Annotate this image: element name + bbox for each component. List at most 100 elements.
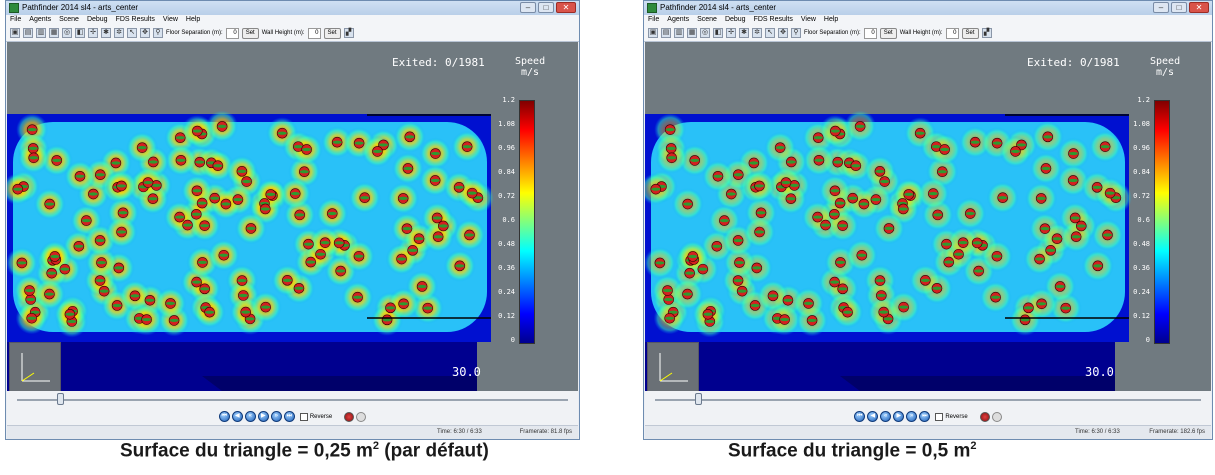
agent-marker [719,215,730,226]
menu-agents[interactable]: Agents [29,15,51,25]
simulation-viewport[interactable]: Exited: 0/1981 Speed m/s 1.2 1.08 0.96 0.84… [645,42,1211,391]
agent-marker [464,229,475,241]
view-front-icon[interactable]: ▥ [674,28,684,38]
agent-marker [194,156,206,168]
pan-icon[interactable]: ✥ [140,28,150,38]
step-back-button[interactable]: ◀ [867,411,879,422]
reverse-label: Reverse [309,413,333,420]
fast-forward-button[interactable]: » [906,411,918,422]
record-button[interactable] [979,411,990,422]
floor-separation-input[interactable]: 0 [863,27,877,39]
screenshot-icon[interactable]: ▞ [981,28,992,38]
view-top-icon[interactable]: ▤ [23,28,33,38]
wall-height-input[interactable]: 0 [945,27,959,39]
menu-file[interactable]: File [648,15,659,25]
record-settings-button[interactable] [356,411,367,422]
time-slider-thumb[interactable] [57,393,64,405]
agent-marker [785,193,797,204]
menu-help[interactable]: Help [824,15,838,25]
view-front-icon[interactable]: ▥ [36,28,46,38]
screenshot-icon[interactable]: ▞ [343,28,354,38]
fast-forward-button[interactable]: » [270,411,282,422]
agent-marker [1010,146,1021,157]
agent-marker [829,208,840,220]
agent-marker [1019,314,1031,326]
time-slider-track[interactable] [17,399,568,401]
maximize-button[interactable]: □ [538,2,554,13]
time-slider-thumb[interactable] [695,393,702,405]
menu-file[interactable]: File [10,15,21,25]
pan-icon[interactable]: ✥ [778,28,788,38]
agent-marker [751,262,763,274]
menu-agents[interactable]: Agents [667,15,689,25]
floor-separation-input[interactable]: 0 [225,27,239,39]
zoom-icon[interactable]: ⚲ [791,28,801,38]
wall-height-set-button[interactable]: Set [323,27,341,39]
record-settings-button[interactable] [991,411,1002,422]
record-button[interactable] [344,411,355,422]
pointer-icon[interactable]: ↖ [765,28,775,38]
menu-fds-results[interactable]: FDS Results [116,15,155,25]
menu-scene[interactable]: Scene [59,15,79,25]
agent-walk-icon[interactable]: ✱ [739,28,749,38]
view-3d-icon[interactable]: ▣ [648,28,658,38]
step-back-button[interactable]: ◀ [231,411,243,422]
minimize-button[interactable]: – [520,2,536,13]
close-button[interactable]: ✕ [556,2,576,13]
perspective-icon[interactable]: ◧ [713,28,723,38]
agent-marker [937,166,948,178]
wall-height-set-button[interactable]: Set [961,27,979,39]
close-button[interactable]: ✕ [1189,2,1209,13]
skip-start-button[interactable]: ⏮ [854,411,866,422]
minimize-button[interactable]: – [1153,2,1169,13]
agent-marker [943,256,955,268]
floor-separation-set-button[interactable]: Set [879,27,897,39]
agent-marker [953,248,964,260]
simulation-viewport[interactable]: Exited: 0/1981 Speed m/s 1.2 1.08 0.96 0.84… [7,42,578,391]
menu-help[interactable]: Help [186,15,200,25]
agent-marker [209,192,221,204]
perspective-icon[interactable]: ◧ [75,28,85,38]
reverse-checkbox[interactable] [299,412,308,421]
title-bar[interactable]: Pathfinder 2014 sl4 - arts_center – □ ✕ [644,1,1212,15]
play-button[interactable]: ▶ [257,411,269,422]
agent-run-icon[interactable]: ✲ [752,28,762,38]
rewind-button[interactable]: « [880,411,892,422]
skip-start-button[interactable]: ⏮ [218,411,230,422]
floor-separation-set-button[interactable]: Set [241,27,259,39]
menu-fds-results[interactable]: FDS Results [754,15,793,25]
skip-end-button[interactable]: ⏭ [283,411,295,422]
agent-marker [812,211,823,223]
menu-view[interactable]: View [801,15,816,25]
wall-height-input[interactable]: 0 [307,27,321,39]
reverse-checkbox[interactable] [935,412,944,421]
reverse-label: Reverse [945,413,968,420]
agent-marker [413,233,425,245]
view-side-icon[interactable]: ▦ [49,28,59,38]
agent-walk-icon[interactable]: ✱ [101,28,111,38]
maximize-button[interactable]: □ [1171,2,1187,13]
menu-debug[interactable]: Debug [725,15,746,25]
agent-marker [1099,141,1111,152]
title-bar[interactable]: Pathfinder 2014 sl4 - arts_center – □ ✕ [6,1,579,15]
agent-marker [829,185,841,197]
agent-select-icon[interactable]: ✢ [726,28,736,38]
time-slider-track[interactable] [655,399,1201,401]
agent-marker [111,300,123,311]
skip-end-button[interactable]: ⏭ [919,411,931,422]
agent-marker [971,237,983,249]
view-3d-icon[interactable]: ▣ [10,28,20,38]
pointer-icon[interactable]: ↖ [127,28,137,38]
orbit-icon[interactable]: ◎ [62,28,72,38]
menu-scene[interactable]: Scene [697,15,717,25]
menu-view[interactable]: View [163,15,178,25]
orbit-icon[interactable]: ◎ [700,28,710,38]
menu-debug[interactable]: Debug [87,15,108,25]
view-top-icon[interactable]: ▤ [661,28,671,38]
view-side-icon[interactable]: ▦ [687,28,697,38]
rewind-button[interactable]: « [244,411,256,422]
agent-select-icon[interactable]: ✢ [88,28,98,38]
zoom-icon[interactable]: ⚲ [153,28,163,38]
play-button[interactable]: ▶ [893,411,905,422]
agent-run-icon[interactable]: ✲ [114,28,124,38]
